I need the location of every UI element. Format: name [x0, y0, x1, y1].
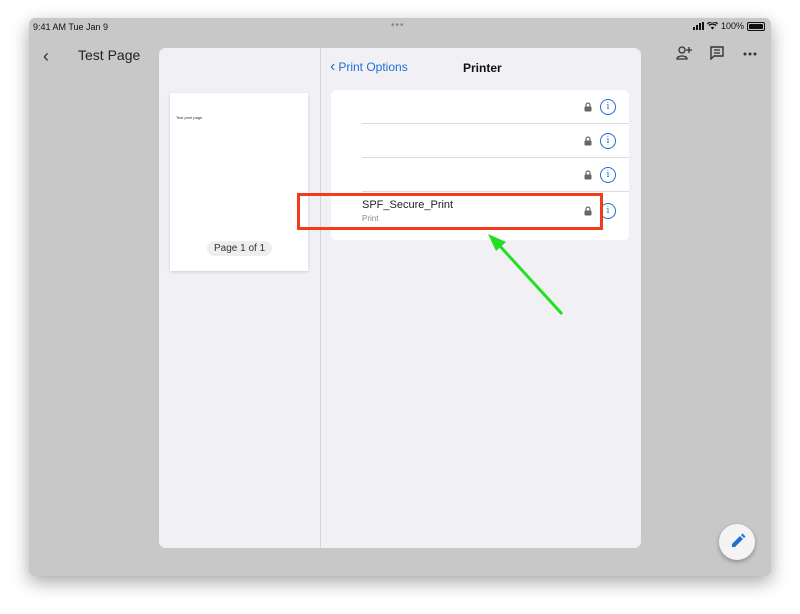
- annotation-arrow: [488, 234, 564, 316]
